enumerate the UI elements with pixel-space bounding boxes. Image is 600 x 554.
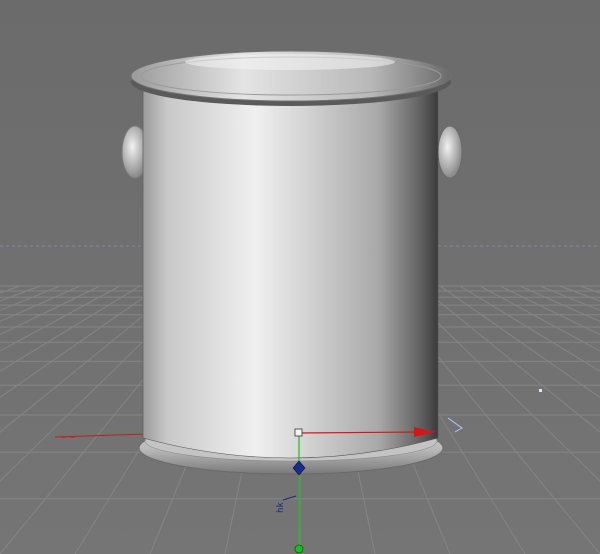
gizmo-origin[interactable] bbox=[294, 428, 303, 437]
right-handle-lug[interactable] bbox=[437, 125, 463, 179]
3d-viewport[interactable]: −·− hk bbox=[0, 0, 600, 554]
viewport-scene[interactable]: −·− hk bbox=[0, 0, 600, 554]
selection-point bbox=[539, 389, 542, 392]
svg-text:hk: hk bbox=[276, 502, 286, 513]
paint-can-object[interactable] bbox=[121, 50, 463, 475]
world-x-axis-marker: −·− bbox=[60, 433, 76, 442]
can-body[interactable] bbox=[142, 83, 439, 459]
gizmo-axis-label: hk bbox=[276, 502, 286, 513]
gizmo-y-handle[interactable] bbox=[294, 544, 304, 554]
top-rim-highlight bbox=[185, 54, 395, 70]
